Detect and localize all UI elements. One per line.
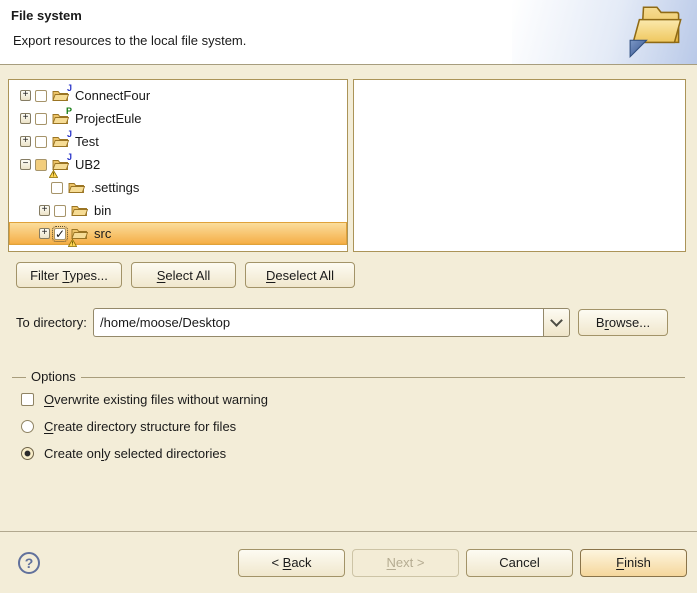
select-all-button[interactable]: Select All [131,262,236,288]
tree-item-checkbox[interactable] [54,228,66,240]
resource-tree[interactable]: +JConnectFour+PProjectEule+JTest−JUB2.se… [8,79,348,252]
folder-icon: J [52,157,69,172]
tree-item-checkbox[interactable] [54,205,66,217]
project-badge-icon: P [66,107,72,116]
expand-plus-icon[interactable]: + [39,205,50,216]
selection-button-row: Filter Types... Select All Deselect All [16,262,355,288]
expand-plus-icon[interactable]: + [39,228,50,239]
destination-input[interactable] [93,308,543,337]
tree-item-label: Test [75,134,99,149]
page-description: Export resources to the local file syste… [13,33,246,48]
file-list-panel[interactable] [353,79,686,252]
java-badge-icon: J [67,153,72,162]
tree-item-checkbox[interactable] [35,113,47,125]
directory-structure-radio[interactable] [21,420,34,433]
folder-icon [71,226,88,241]
java-badge-icon: J [67,84,72,93]
expand-plus-icon[interactable]: + [20,136,31,147]
wizard-header: File system Export resources to the loca… [0,0,697,65]
folder-icon: J [52,134,69,149]
tree-item-checkbox[interactable] [35,90,47,102]
directory-structure-option[interactable]: Create directory structure for files [21,419,685,434]
options-group: Options Overwrite existing files without… [12,377,685,470]
wizard-button-bar: ? < Back Next > Cancel Finish [0,531,697,593]
directory-structure-label: Create directory structure for files [44,419,236,434]
warning-overlay-icon [68,235,77,243]
tree-item-test[interactable]: +JTest [9,130,347,153]
expand-plus-icon[interactable]: + [20,113,31,124]
export-file-system-dialog: File system Export resources to the loca… [0,0,697,593]
folder-icon [71,203,88,218]
cancel-button[interactable]: Cancel [466,549,573,577]
overwrite-label: Overwrite existing files without warning [44,392,268,407]
folder-icon [68,180,85,195]
selected-directories-option[interactable]: Create only selected directories [21,446,685,461]
java-badge-icon: J [67,130,72,139]
tree-item-label: bin [94,203,111,218]
tree-item-ub2[interactable]: −JUB2 [9,153,347,176]
overwrite-option[interactable]: Overwrite existing files without warning [21,392,685,407]
folder-icon: P [52,111,69,126]
browse-button[interactable]: Browse... [578,309,668,336]
export-folder-icon [627,2,691,60]
tree-item-label: ProjectEule [75,111,141,126]
collapse-minus-icon[interactable]: − [20,159,31,170]
expander-spacer [39,182,47,193]
selected-directories-label: Create only selected directories [44,446,226,461]
tree-item-label: UB2 [75,157,100,172]
tree-item-settings[interactable]: .settings [9,176,347,199]
tree-item-label: ConnectFour [75,88,150,103]
tree-item-label: .settings [91,180,139,195]
tree-item-connectfour[interactable]: +JConnectFour [9,84,347,107]
next-button[interactable]: Next > [352,549,459,577]
tree-item-src[interactable]: + src [9,222,347,245]
folder-icon: J [52,88,69,103]
finish-button[interactable]: Finish [580,549,687,577]
page-title: File system [11,8,82,23]
tree-item-bin[interactable]: + bin [9,199,347,222]
chevron-down-icon [550,314,563,327]
tree-item-label: src [94,226,111,241]
expand-plus-icon[interactable]: + [20,90,31,101]
options-group-title: Options [26,369,81,384]
warning-overlay-icon [49,166,58,174]
to-directory-label: To directory: [16,308,87,337]
tree-item-checkbox[interactable] [35,159,47,171]
back-button[interactable]: < Back [238,549,345,577]
deselect-all-button[interactable]: Deselect All [245,262,355,288]
tree-item-checkbox[interactable] [51,182,63,194]
selected-directories-radio[interactable] [21,447,34,460]
filter-types-button[interactable]: Filter Types... [16,262,122,288]
help-button[interactable]: ? [18,552,40,574]
destination-dropdown-button[interactable] [543,308,570,337]
tree-item-projecteule[interactable]: +PProjectEule [9,107,347,130]
destination-combo [93,308,570,337]
overwrite-checkbox[interactable] [21,393,34,406]
tree-item-checkbox[interactable] [35,136,47,148]
